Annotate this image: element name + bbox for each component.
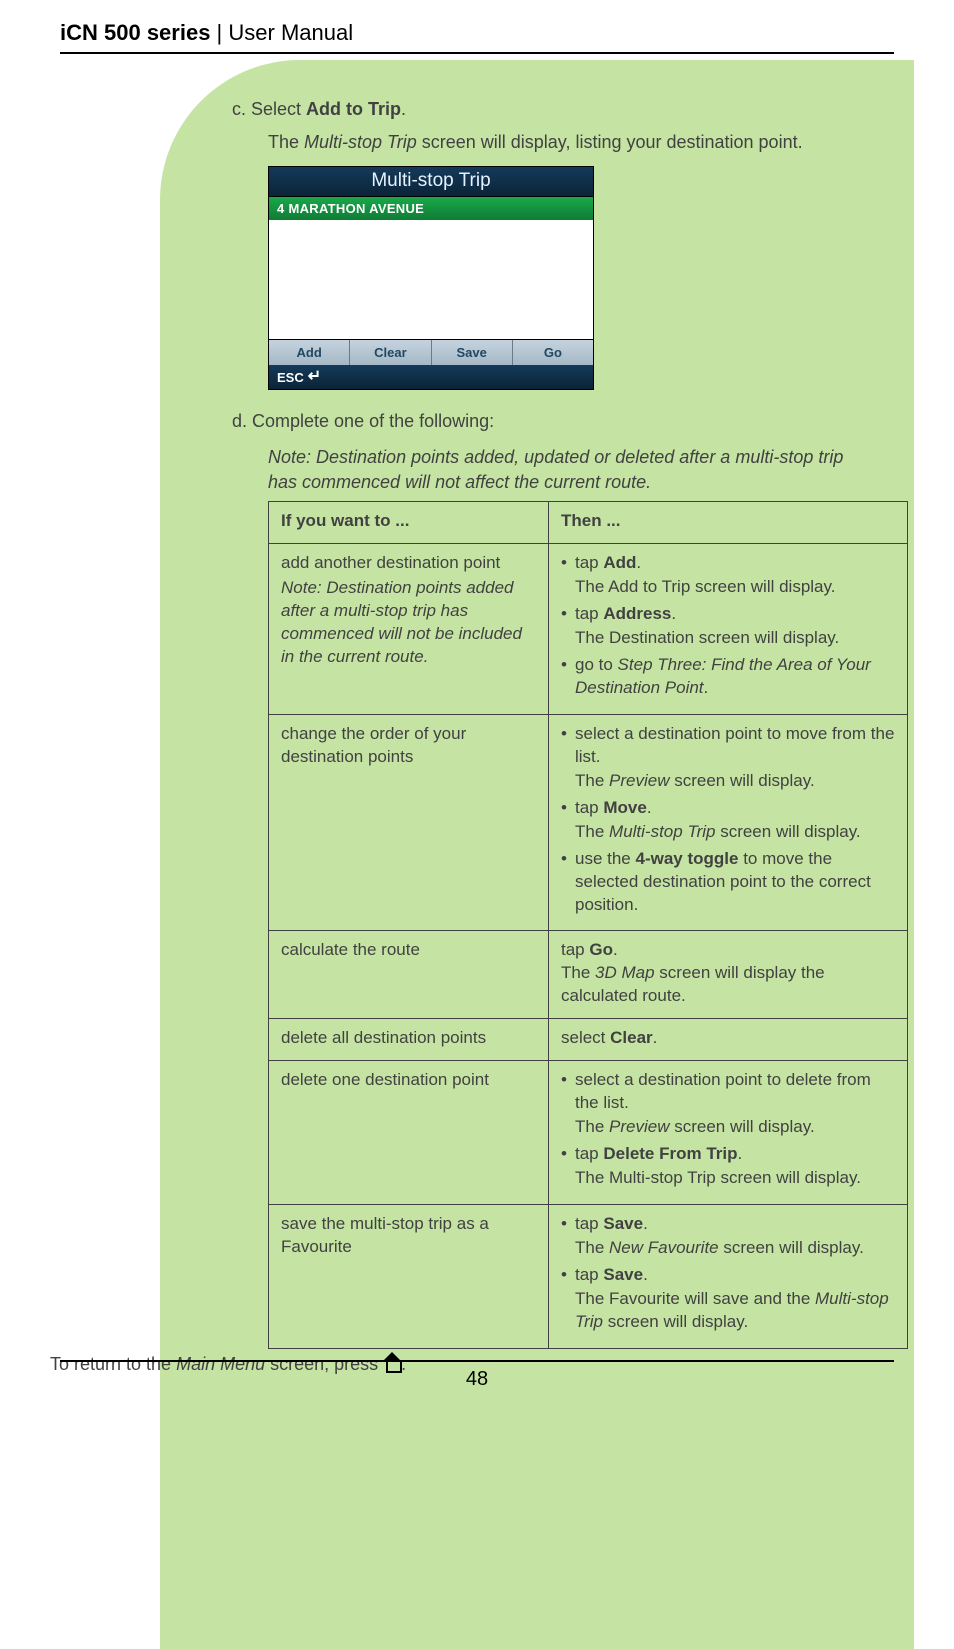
device-save-button[interactable]: Save xyxy=(432,340,513,365)
list-item: select a destination point to move from … xyxy=(561,723,897,793)
table-right-cell: select a destination point to delete fro… xyxy=(549,1061,908,1205)
page-footer: 48 xyxy=(60,1360,894,1391)
list-item: use the 4-way toggle to move the selecte… xyxy=(561,848,897,917)
list-item: tap Save.The Favourite will save and the… xyxy=(561,1264,897,1334)
table-right-cell: tap Go.The 3D Map screen will display th… xyxy=(549,931,908,1019)
table-left-cell: save the multi-stop trip as a Favourite xyxy=(269,1204,549,1348)
instruction-table: If you want to ... Then ... add another … xyxy=(268,501,908,1348)
header-series: iCN 500 series xyxy=(60,20,210,45)
table-left-cell: add another destination pointNote: Desti… xyxy=(269,544,549,715)
step-c-sub: The Multi-stop Trip screen will display,… xyxy=(268,129,862,156)
table-left-cell: change the order of your destination poi… xyxy=(269,714,549,931)
header-rest: | User Manual xyxy=(210,20,353,45)
list-item: select a destination point to delete fro… xyxy=(561,1069,897,1139)
table-right-cell: tap Add.The Add to Trip screen will disp… xyxy=(549,544,908,715)
device-go-button[interactable]: Go xyxy=(513,340,593,365)
table-left-cell: delete one destination point xyxy=(269,1061,549,1205)
step-d: d. Complete one of the following: xyxy=(232,408,862,435)
list-item: go to Step Three: Find the Area of Your … xyxy=(561,654,897,700)
table-row: add another destination pointNote: Desti… xyxy=(269,544,908,715)
note: Note: Destination points added, updated … xyxy=(268,445,862,495)
page-number: 48 xyxy=(466,1368,488,1390)
table-left-cell: delete all destination points xyxy=(269,1019,549,1061)
device-esc-button[interactable]: ESC↵ xyxy=(269,365,593,389)
list-item: tap Add.The Add to Trip screen will disp… xyxy=(561,552,897,599)
list-item: tap Delete From Trip.The Multi-stop Trip… xyxy=(561,1143,897,1190)
table-row: change the order of your destination poi… xyxy=(269,714,908,931)
device-screenshot: Multi-stop Trip 4 MARATHON AVENUE Add Cl… xyxy=(268,166,594,390)
device-body xyxy=(269,221,593,339)
table-right-cell: select a destination point to move from … xyxy=(549,714,908,931)
table-right-cell: select Clear. xyxy=(549,1019,908,1061)
table-right-cell: tap Save.The New Favourite screen will d… xyxy=(549,1204,908,1348)
page-header: iCN 500 series | User Manual xyxy=(60,20,894,54)
table-header-left: If you want to ... xyxy=(269,502,549,544)
table-row: calculate the routetap Go.The 3D Map scr… xyxy=(269,931,908,1019)
content-panel: c. Select Add to Trip. The Multi-stop Tr… xyxy=(160,60,914,1649)
list-item: tap Address.The Destination screen will … xyxy=(561,603,897,650)
step-c: c. Select Add to Trip. xyxy=(212,96,862,123)
device-title: Multi-stop Trip xyxy=(269,167,593,197)
enter-icon: ↵ xyxy=(308,369,321,385)
table-row: delete one destination pointselect a des… xyxy=(269,1061,908,1205)
table-header-right: Then ... xyxy=(549,502,908,544)
table-left-cell: calculate the route xyxy=(269,931,549,1019)
device-add-button[interactable]: Add xyxy=(269,340,350,365)
device-clear-button[interactable]: Clear xyxy=(350,340,431,365)
list-item: tap Move.The Multi-stop Trip screen will… xyxy=(561,797,897,844)
table-row: save the multi-stop trip as a Favouritet… xyxy=(269,1204,908,1348)
device-list-item[interactable]: 4 MARATHON AVENUE xyxy=(269,197,593,221)
table-row: delete all destination pointsselect Clea… xyxy=(269,1019,908,1061)
list-item: tap Save.The New Favourite screen will d… xyxy=(561,1213,897,1260)
